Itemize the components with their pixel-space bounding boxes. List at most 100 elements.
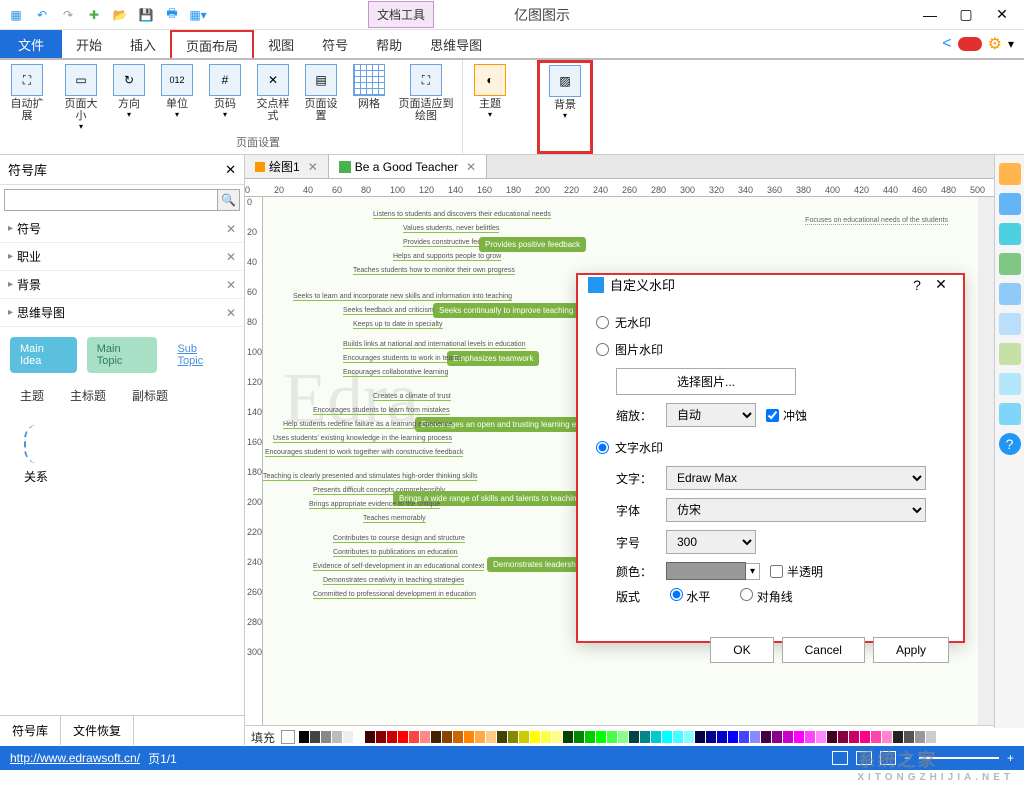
no-fill-icon[interactable] [281, 730, 295, 744]
share-icon[interactable]: < [942, 35, 951, 53]
color-swatch[interactable] [651, 731, 661, 743]
select-image-button[interactable]: 选择图片... [616, 368, 796, 395]
rt-icon-3[interactable] [999, 223, 1021, 245]
color-swatch[interactable] [519, 731, 529, 743]
color-swatch[interactable] [871, 731, 881, 743]
color-swatch[interactable] [574, 731, 584, 743]
color-swatch[interactable] [618, 731, 628, 743]
color-swatch[interactable] [629, 731, 639, 743]
shape-main-idea[interactable]: Main Idea [10, 337, 77, 373]
settings-icon[interactable]: ⚙ [988, 34, 1002, 54]
tab-mindmap[interactable]: 思维导图 [416, 30, 496, 58]
tab-help[interactable]: 帮助 [362, 30, 416, 58]
radio-horizontal[interactable] [670, 588, 683, 601]
lib-item-symbol[interactable]: ▸符号✕ [0, 215, 244, 243]
minimize-icon[interactable]: — [916, 5, 944, 25]
color-swatch[interactable] [904, 731, 914, 743]
color-swatch[interactable] [475, 731, 485, 743]
rt-icon-9[interactable] [999, 403, 1021, 425]
color-swatch[interactable] [365, 731, 375, 743]
color-swatch[interactable] [508, 731, 518, 743]
font-select[interactable]: 仿宋 [666, 498, 926, 522]
rt-icon-4[interactable] [999, 253, 1021, 275]
btn-fit-to-drawing[interactable]: ⛶页面适应到绘图 [396, 64, 456, 122]
search-input[interactable] [4, 189, 218, 211]
scale-select[interactable]: 自动 [666, 403, 756, 427]
color-swatch[interactable] [398, 731, 408, 743]
tab-insert[interactable]: 插入 [116, 30, 170, 58]
color-swatch[interactable] [915, 731, 925, 743]
view-mode-1-icon[interactable] [832, 751, 848, 765]
color-swatch[interactable] [805, 731, 815, 743]
rt-icon-5[interactable] [999, 283, 1021, 305]
color-swatch[interactable] [332, 731, 342, 743]
color-dropdown-icon[interactable]: ▾ [746, 563, 760, 580]
rt-icon-8[interactable] [999, 373, 1021, 395]
btn-direction[interactable]: ↻方向▾ [108, 64, 150, 119]
tab-view[interactable]: 视图 [254, 30, 308, 58]
color-swatch[interactable] [464, 731, 474, 743]
rt-icon-7[interactable] [999, 343, 1021, 365]
btn-auto-expand[interactable]: ⛶自动扩展 [6, 64, 48, 122]
relation-shape[interactable]: 关系 [10, 424, 234, 485]
color-swatches[interactable] [299, 731, 1024, 743]
lib-close-icon[interactable]: ✕ [226, 222, 236, 236]
color-swatch[interactable] [783, 731, 793, 743]
color-swatch[interactable] [541, 731, 551, 743]
text-select[interactable]: Edraw Max [666, 466, 926, 490]
rt-icon-2[interactable] [999, 193, 1021, 215]
shape-main-topic[interactable]: Main Topic [87, 337, 158, 373]
close-icon[interactable]: ✕ [988, 5, 1016, 25]
export-icon[interactable]: ▦▾ [188, 5, 208, 25]
color-swatch[interactable] [684, 731, 694, 743]
btn-theme[interactable]: ◐主题▾ [469, 64, 511, 119]
color-swatch[interactable] [343, 731, 353, 743]
color-swatch[interactable] [442, 731, 452, 743]
vertical-scrollbar[interactable] [978, 197, 994, 725]
color-swatch[interactable] [926, 731, 936, 743]
color-swatch[interactable] [453, 731, 463, 743]
lib-item-mindmap[interactable]: ▸思维导图✕ [0, 299, 244, 327]
color-swatch[interactable] [673, 731, 683, 743]
color-swatch[interactable] [695, 731, 705, 743]
color-swatch[interactable] [431, 731, 441, 743]
radio-text-watermark[interactable] [596, 441, 609, 454]
maximize-icon[interactable]: ▢ [952, 5, 980, 25]
color-swatch[interactable] [596, 731, 606, 743]
color-swatch[interactable] [893, 731, 903, 743]
color-swatch[interactable] [552, 731, 562, 743]
color-swatch[interactable] [761, 731, 771, 743]
color-swatch[interactable] [321, 731, 331, 743]
redo-icon[interactable]: ↷ [58, 5, 78, 25]
mm-node-1[interactable]: Provides positive feedback [479, 237, 586, 252]
doc-tab-2[interactable]: Be a Good Teacher✕ [329, 155, 487, 178]
new-icon[interactable]: ✚ [84, 5, 104, 25]
color-swatch[interactable] [838, 731, 848, 743]
color-swatch[interactable] [387, 731, 397, 743]
btn-page-size[interactable]: ▭页面大小▾ [60, 64, 102, 131]
shape-sub-topic[interactable]: Sub Topic [167, 337, 234, 373]
apply-button[interactable]: Apply [873, 637, 949, 663]
radio-diagonal[interactable] [740, 588, 753, 601]
print-icon[interactable]: 🖶 [162, 5, 182, 25]
color-swatch[interactable] [420, 731, 430, 743]
color-swatch[interactable] [299, 731, 309, 743]
color-swatch[interactable] [860, 731, 870, 743]
panel-close-icon[interactable]: ✕ [225, 162, 236, 178]
rt-icon-6[interactable] [999, 313, 1021, 335]
lib-close-icon[interactable]: ✕ [226, 250, 236, 264]
semitransparent-checkbox[interactable] [770, 565, 783, 578]
color-swatch[interactable] [563, 731, 573, 743]
dialog-close-icon[interactable]: ✕ [929, 276, 953, 293]
dialog-help-icon[interactable]: ? [905, 277, 929, 293]
color-swatch[interactable] [827, 731, 837, 743]
radio-image-watermark[interactable] [596, 343, 609, 356]
color-swatch[interactable] [706, 731, 716, 743]
color-swatch[interactable] [794, 731, 804, 743]
color-swatch[interactable] [497, 731, 507, 743]
status-url[interactable]: http://www.edrawsoft.cn/ [10, 751, 140, 765]
washout-checkbox[interactable] [766, 409, 779, 422]
lib-item-background[interactable]: ▸背景✕ [0, 271, 244, 299]
open-icon[interactable]: 📂 [110, 5, 130, 25]
search-button-icon[interactable]: 🔍 [218, 189, 240, 211]
